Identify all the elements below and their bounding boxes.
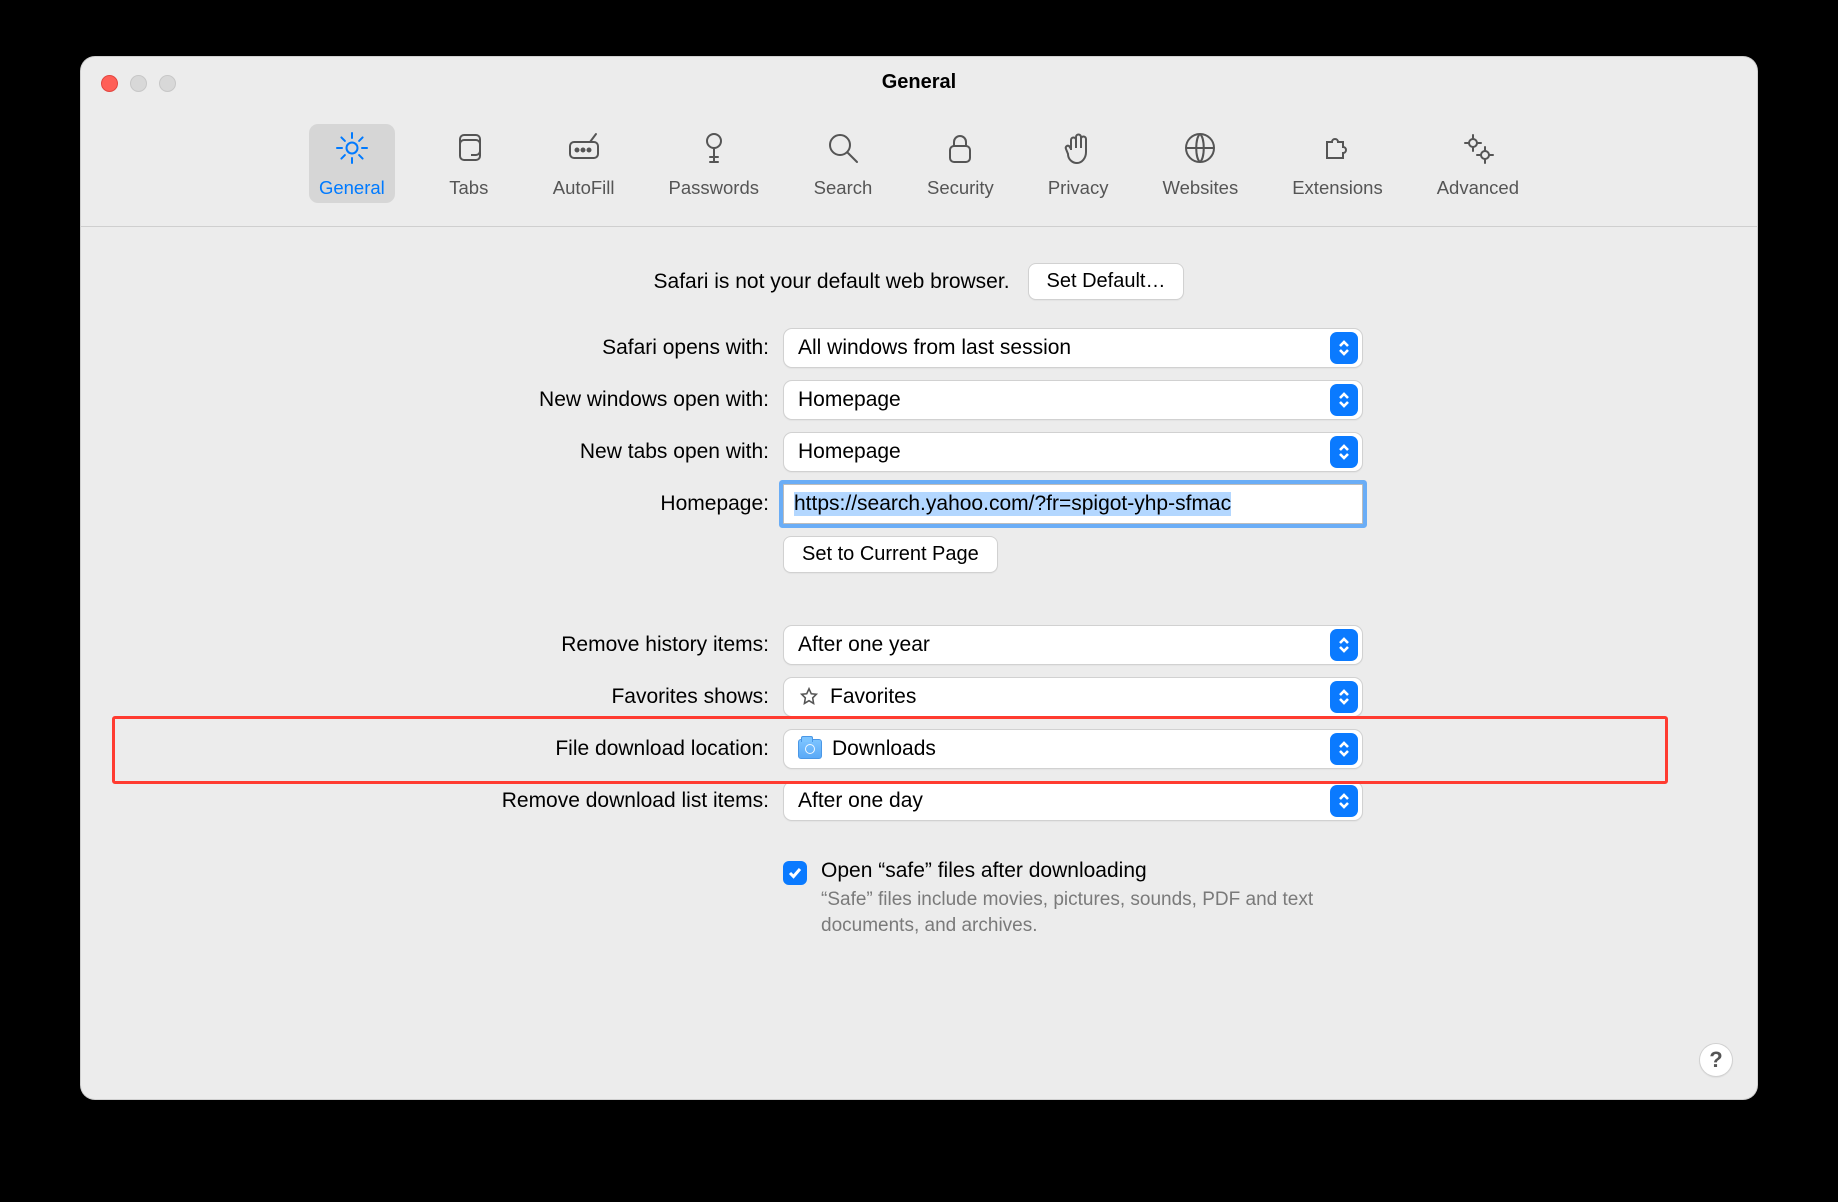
download-location-label: File download location: [191, 737, 769, 761]
folder-icon [798, 739, 822, 759]
remove-history-value: After one year [798, 633, 930, 657]
tabs-icon [451, 130, 487, 171]
tab-general[interactable]: General [309, 124, 395, 203]
favorites-label: Favorites shows: [191, 685, 769, 709]
chevrons-icon [1330, 332, 1358, 364]
general-pane: Safari is not your default web browser. … [81, 227, 1757, 968]
new-windows-label: New windows open with: [191, 388, 769, 412]
tab-label: General [319, 177, 385, 199]
favorites-popup[interactable]: Favorites [783, 677, 1363, 717]
chevrons-icon [1330, 629, 1358, 661]
download-location-value: Downloads [832, 737, 936, 761]
tab-label: Tabs [449, 177, 488, 199]
default-browser-banner: Safari is not your default web browser. … [191, 263, 1647, 300]
new-tabs-value: Homepage [798, 440, 901, 464]
remove-downloads-value: After one day [798, 789, 923, 813]
opens-with-value: All windows from last session [798, 336, 1071, 360]
preferences-window: General General Tabs AutoFill [80, 56, 1758, 1100]
chevrons-icon [1330, 733, 1358, 765]
tab-label: Advanced [1437, 177, 1519, 199]
tab-security[interactable]: Security [917, 124, 1004, 203]
opens-with-popup[interactable]: All windows from last session [783, 328, 1363, 368]
tab-passwords[interactable]: Passwords [659, 124, 769, 203]
tab-label: Security [927, 177, 994, 199]
chevrons-icon [1330, 681, 1358, 713]
open-safe-files-label: Open “safe” files after downloading [821, 859, 1341, 883]
window-zoom-button[interactable] [159, 75, 176, 92]
chevrons-icon [1330, 436, 1358, 468]
tab-label: Passwords [669, 177, 759, 199]
chevrons-icon [1330, 785, 1358, 817]
traffic-lights [101, 75, 176, 92]
open-safe-files-checkbox[interactable] [783, 861, 807, 885]
chevrons-icon [1330, 384, 1358, 416]
set-current-page-button[interactable]: Set to Current Page [783, 536, 998, 573]
remove-history-popup[interactable]: After one year [783, 625, 1363, 665]
new-windows-popup[interactable]: Homepage [783, 380, 1363, 420]
tab-extensions[interactable]: Extensions [1282, 124, 1393, 203]
favorites-value: Favorites [830, 685, 916, 709]
hand-icon [1060, 130, 1096, 171]
tab-label: Privacy [1048, 177, 1109, 199]
search-icon [825, 130, 861, 171]
tab-privacy[interactable]: Privacy [1038, 124, 1119, 203]
autofill-icon [566, 130, 602, 171]
remove-downloads-label: Remove download list items: [191, 789, 769, 813]
tab-tabs[interactable]: Tabs [429, 124, 509, 203]
tab-advanced[interactable]: Advanced [1427, 124, 1529, 203]
gears-icon [1460, 130, 1496, 171]
homepage-input[interactable] [783, 484, 1363, 524]
help-button[interactable]: ? [1699, 1043, 1733, 1077]
tab-label: Extensions [1292, 177, 1383, 199]
tab-label: AutoFill [553, 177, 615, 199]
window-close-button[interactable] [101, 75, 118, 92]
new-tabs-label: New tabs open with: [191, 440, 769, 464]
tab-search[interactable]: Search [803, 124, 883, 203]
remove-downloads-popup[interactable]: After one day [783, 781, 1363, 821]
tab-label: Search [814, 177, 873, 199]
window-title: General [882, 71, 956, 94]
tab-websites[interactable]: Websites [1152, 124, 1248, 203]
set-default-button[interactable]: Set Default… [1028, 263, 1185, 300]
gear-icon [334, 130, 370, 171]
puzzle-icon [1319, 130, 1355, 171]
key-icon [696, 130, 732, 171]
globe-icon [1182, 130, 1218, 171]
download-location-popup[interactable]: Downloads [783, 729, 1363, 769]
remove-history-label: Remove history items: [191, 633, 769, 657]
lock-icon [942, 130, 978, 171]
open-safe-files-note: “Safe” files include movies, pictures, s… [821, 887, 1341, 938]
new-windows-value: Homepage [798, 388, 901, 412]
homepage-label: Homepage: [191, 492, 769, 516]
titlebar: General [81, 57, 1757, 107]
default-browser-text: Safari is not your default web browser. [654, 270, 1010, 294]
star-icon [798, 686, 820, 708]
new-tabs-popup[interactable]: Homepage [783, 432, 1363, 472]
window-minimize-button[interactable] [130, 75, 147, 92]
opens-with-label: Safari opens with: [191, 336, 769, 360]
preferences-toolbar: General Tabs AutoFill Passwords [81, 107, 1757, 227]
tab-label: Websites [1162, 177, 1238, 199]
tab-autofill[interactable]: AutoFill [543, 124, 625, 203]
